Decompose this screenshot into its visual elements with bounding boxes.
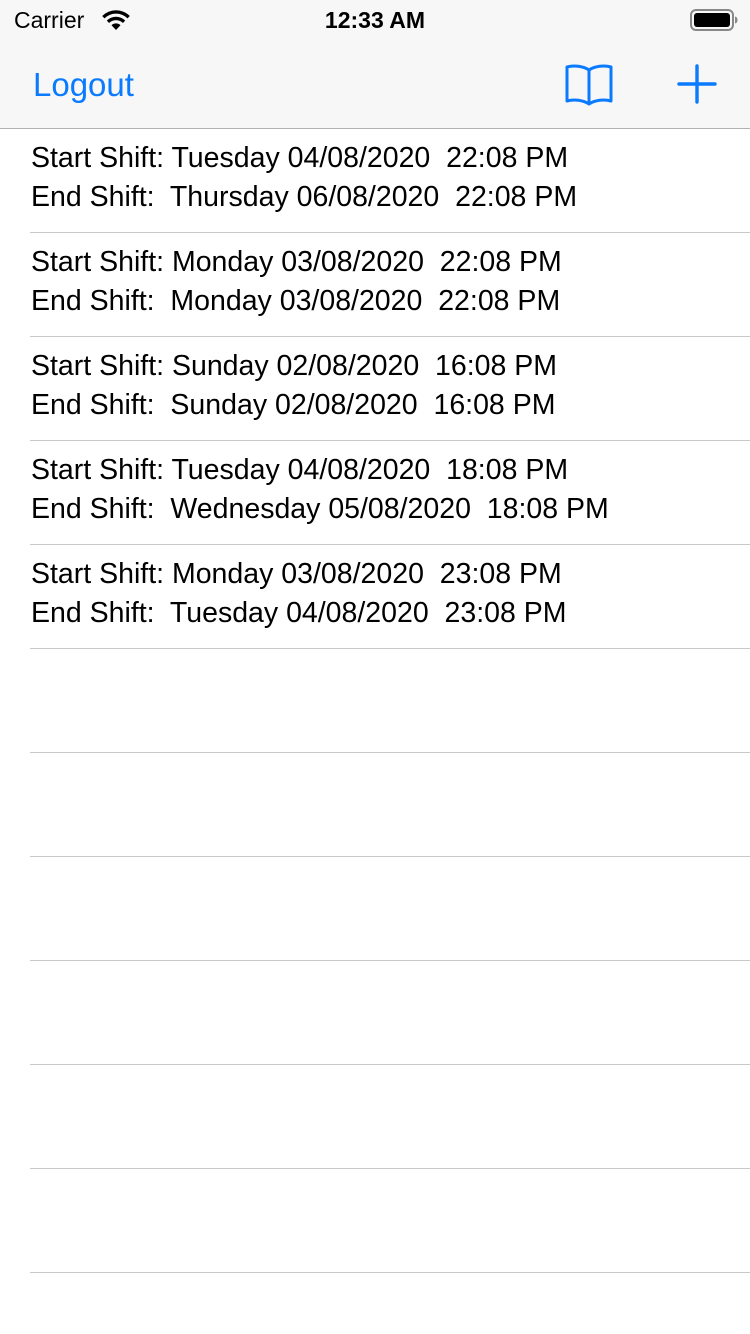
- shift-end-label: End Shift: Thursday 06/08/2020 22:08 PM: [31, 181, 578, 213]
- shift-start-label: Start Shift: Tuesday 04/08/2020 18:08 PM: [31, 454, 569, 486]
- shift-end-label: End Shift: Tuesday 04/08/2020 23:08 PM: [31, 597, 567, 629]
- shift-start-label: Start Shift: Tuesday 04/08/2020 22:08 PM: [31, 142, 569, 174]
- shift-start-label: Start Shift: Monday 03/08/2020 23:08 PM: [31, 558, 562, 590]
- shift-row[interactable]: Start Shift: Monday 03/08/2020 22:08 PM …: [0, 233, 750, 337]
- shift-end-label: End Shift: Sunday 02/08/2020 16:08 PM: [31, 389, 556, 421]
- book-button[interactable]: [562, 60, 616, 108]
- logout-button[interactable]: Logout: [33, 66, 134, 104]
- status-bar: Carrier 12:33 AM: [0, 0, 750, 40]
- battery-icon: [690, 9, 738, 31]
- plus-icon: [677, 64, 717, 104]
- empty-row: [0, 649, 750, 753]
- shift-end-label: End Shift: Monday 03/08/2020 22:08 PM: [31, 285, 561, 317]
- empty-row: [0, 857, 750, 961]
- book-icon: [565, 64, 613, 106]
- shift-row[interactable]: Start Shift: Sunday 02/08/2020 16:08 PM …: [0, 337, 750, 441]
- shift-row[interactable]: Start Shift: Monday 03/08/2020 23:08 PM …: [0, 545, 750, 649]
- empty-row: [0, 961, 750, 1065]
- shift-row[interactable]: Start Shift: Tuesday 04/08/2020 18:08 PM…: [0, 441, 750, 545]
- screen: Carrier 12:33 AM Logout Start Shift: Tue…: [0, 0, 750, 1334]
- shift-start-label: Start Shift: Sunday 02/08/2020 16:08 PM: [31, 350, 558, 382]
- shift-start-label: Start Shift: Monday 03/08/2020 22:08 PM: [31, 246, 562, 278]
- empty-row: [0, 1169, 750, 1273]
- empty-row: [0, 1065, 750, 1169]
- shift-end-label: End Shift: Wednesday 05/08/2020 18:08 PM: [31, 493, 609, 525]
- status-time: 12:33 AM: [324, 7, 426, 33]
- shift-row[interactable]: Start Shift: Tuesday 04/08/2020 22:08 PM…: [0, 129, 750, 233]
- shift-list: Start Shift: Tuesday 04/08/2020 22:08 PM…: [0, 129, 750, 1334]
- navigation-bar: Logout: [0, 40, 750, 129]
- add-button[interactable]: [674, 60, 720, 108]
- empty-row: [0, 753, 750, 857]
